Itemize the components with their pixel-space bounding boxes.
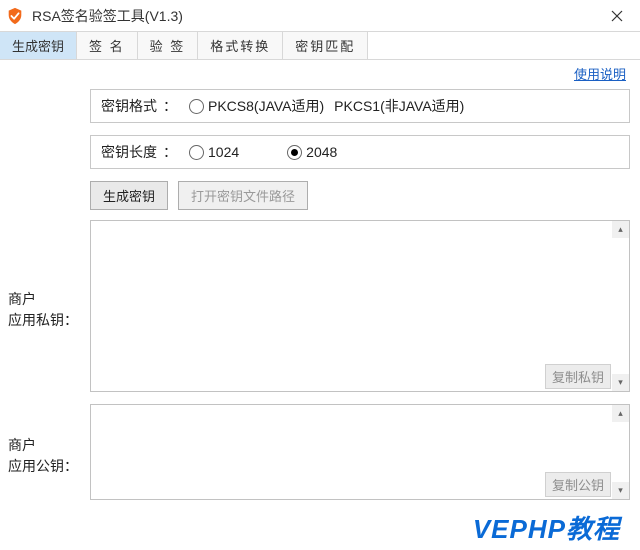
key-format-colon: ： [163, 96, 177, 116]
radio-pkcs8-label: PKCS8(JAVA适用) [208, 96, 324, 116]
content-area: 密钥格式 ： PKCS8(JAVA适用) PKCS1(非JAVA适用) 密钥长度… [0, 89, 640, 500]
radio-2048[interactable] [287, 145, 302, 160]
radio-1024-label: 1024 [208, 144, 239, 160]
private-key-scroll-down-icon[interactable]: ▾ [612, 374, 629, 391]
radio-2048-label: 2048 [306, 144, 337, 160]
public-key-scroll-down-icon[interactable]: ▾ [612, 482, 629, 499]
public-key-textarea-wrap: ▴ ▾ 复制公钥 [90, 404, 630, 500]
window: RSA签名验签工具(V1.3) 生成密钥 签 名 验 签 格式转换 密钥匹配 使… [0, 0, 640, 550]
copy-public-key-button[interactable]: 复制公钥 [545, 472, 611, 497]
tab-bar: 生成密钥 签 名 验 签 格式转换 密钥匹配 [0, 32, 640, 60]
public-key-label-line1: 商户 [8, 437, 36, 453]
radio-pkcs8[interactable] [189, 99, 204, 114]
key-format-row: 密钥格式 ： PKCS8(JAVA适用) PKCS1(非JAVA适用) [90, 89, 630, 123]
public-key-group: 商户 应用公钥： ▴ ▾ 复制公钥 [90, 404, 630, 500]
key-length-label: 密钥长度 [101, 142, 157, 162]
public-key-scroll-up-icon[interactable]: ▴ [612, 405, 629, 422]
copy-private-key-button[interactable]: 复制私钥 [545, 364, 611, 389]
app-shield-icon [6, 7, 24, 25]
generate-key-button[interactable]: 生成密钥 [90, 181, 168, 210]
key-format-label: 密钥格式 [101, 96, 157, 116]
private-key-label-line2: 应用私钥： [8, 312, 78, 328]
tab-match[interactable]: 密钥匹配 [283, 32, 368, 59]
close-icon [611, 10, 623, 22]
help-link[interactable]: 使用说明 [574, 67, 626, 82]
radio-pkcs1-label: PKCS1(非JAVA适用) [334, 96, 464, 116]
private-key-scroll-up-icon[interactable]: ▴ [612, 221, 629, 238]
key-length-colon: ： [163, 142, 177, 162]
private-key-textarea-wrap: ▴ ▾ 复制私钥 [90, 220, 630, 392]
titlebar: RSA签名验签工具(V1.3) [0, 0, 640, 32]
tab-verify[interactable]: 验 签 [138, 32, 199, 59]
private-key-label: 商户 应用私钥： [8, 289, 88, 331]
public-key-label: 商户 应用公钥： [8, 435, 88, 477]
key-length-row: 密钥长度 ： 1024 2048 [90, 135, 630, 169]
public-key-label-line2: 应用公钥： [8, 458, 78, 474]
private-key-group: 商户 应用私钥： ▴ ▾ 复制私钥 [90, 220, 630, 392]
open-key-path-button[interactable]: 打开密钥文件路径 [178, 181, 308, 210]
tab-generate-key[interactable]: 生成密钥 [0, 32, 77, 59]
tab-convert[interactable]: 格式转换 [198, 32, 283, 59]
window-title: RSA签名验签工具(V1.3) [32, 6, 594, 26]
help-row: 使用说明 [0, 60, 640, 89]
tab-sign[interactable]: 签 名 [77, 32, 138, 59]
watermark-text: VEPHP教程 [473, 509, 620, 546]
button-row: 生成密钥 打开密钥文件路径 [90, 181, 630, 210]
close-button[interactable] [594, 0, 640, 32]
radio-1024[interactable] [189, 145, 204, 160]
private-key-label-line1: 商户 [8, 291, 36, 307]
